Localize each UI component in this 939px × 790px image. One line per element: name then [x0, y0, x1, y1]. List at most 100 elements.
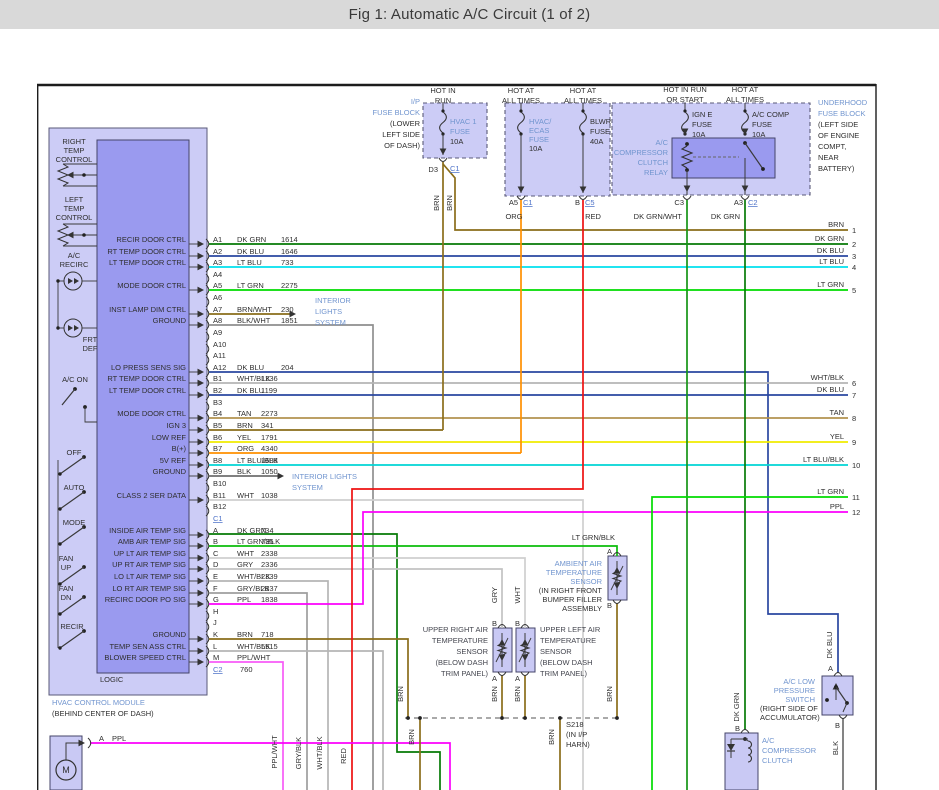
label: FAN [59, 554, 74, 563]
terminal-wire-label: TAN [830, 408, 844, 417]
label: GRY [490, 587, 499, 603]
terminal-number: 4 [852, 263, 856, 272]
label: WHT/BLK [315, 736, 324, 769]
label: BRN [547, 729, 556, 745]
terminal-wire-label: PPL [830, 502, 844, 511]
wire-color-label: PPL [237, 595, 251, 604]
terminal-number: 3 [852, 252, 856, 261]
pin-id: B11 [213, 491, 226, 500]
label: BRN [396, 686, 405, 702]
module-signal-label: GROUND [153, 316, 187, 325]
circuit-number: 2273 [261, 409, 278, 418]
module-signal-label: B(+) [172, 444, 187, 453]
label: DEF [83, 344, 98, 353]
label: C2 [748, 198, 758, 207]
label: IGN E [692, 110, 712, 119]
label: OF DASH) [384, 141, 420, 150]
pin-id: B [213, 537, 218, 546]
label: FUSE BLOCK [372, 108, 420, 117]
pin-connector [521, 672, 529, 676]
pin-id: C [213, 549, 219, 558]
label: 10A [692, 130, 705, 139]
label: UPPER LEFT AIR [540, 625, 601, 634]
label: (BEHIND CENTER OF DASH) [52, 709, 154, 718]
wire-color-label: TAN [237, 409, 251, 418]
label: DK BLU [825, 631, 834, 658]
circuit-number: 2275 [281, 281, 298, 290]
module-signal-label: LO PRESS SENS SIG [111, 363, 186, 372]
wire [209, 581, 328, 790]
label: FUSE [529, 135, 549, 144]
label: TEMP [64, 204, 85, 213]
label: MODE [63, 518, 86, 527]
terminal-number: 1 [852, 226, 856, 235]
label: HARN) [566, 740, 590, 749]
terminal-wire-label: DK BLU [817, 246, 844, 255]
pin-id: B1 [213, 374, 222, 383]
label: HVAC CONTROL MODULE [52, 698, 145, 707]
label: HOT IN RUN [663, 85, 707, 94]
label: ECAS [529, 126, 549, 135]
label: (IN I/P [566, 730, 587, 739]
label: LOGIC [100, 675, 124, 684]
circuit-number: 735 [261, 537, 274, 546]
terminal-wire-label: DK GRN [815, 234, 844, 243]
circuit-number: 1614 [281, 235, 298, 244]
wire-color-label: LT GRN/BLK [572, 533, 615, 542]
label: B [515, 619, 520, 628]
label: FUSE [752, 120, 772, 129]
module-signal-label: AMB AIR TEMP SIG [118, 537, 186, 546]
label: SENSOR [540, 647, 572, 656]
label: BRN [407, 729, 416, 745]
label: RELAY [644, 168, 668, 177]
label: HOT AT [732, 85, 759, 94]
module-signal-label: LT TEMP DOOR CTRL [109, 386, 186, 395]
pin-connector [498, 672, 506, 676]
circuit-number: 2339 [261, 572, 278, 581]
label: BATTERY) [818, 164, 855, 173]
module-signal-label: UP LT AIR TEMP SIG [114, 549, 186, 558]
module-signal-label: RECIRC DOOR PO SIG [105, 595, 186, 604]
wire [209, 662, 283, 790]
label: PRESSURE [774, 686, 815, 695]
connector-label: C1 [213, 514, 223, 523]
label: (RIGHT SIDE OF [760, 704, 818, 713]
label: SYSTEM [315, 318, 346, 327]
label: (IN RIGHT FRONT [539, 586, 603, 595]
label: PPL [112, 734, 126, 743]
terminal-wire-label: BRN [828, 220, 844, 229]
label: OR START [666, 95, 704, 104]
module-signal-label: MODE DOOR CTRL [117, 409, 186, 418]
terminal-wire-label: LT BLU [819, 257, 844, 266]
label: RUN [435, 96, 451, 105]
hvac-module-logic-box [97, 140, 189, 673]
wire-color-label: ORG [237, 444, 254, 453]
pin-id: K [213, 630, 218, 639]
label: C1 [450, 164, 460, 173]
schematic-canvas: A1DK GRN1614RECIR DOOR CTRLA2DK BLU1646R… [0, 0, 939, 790]
junction-dot [500, 716, 504, 720]
wiring-diagram-page: Fig 1: Automatic A/C Circuit (1 of 2) A1… [0, 0, 939, 790]
junction-dot [523, 716, 527, 720]
circuit-number: 2336 [261, 560, 278, 569]
module-signal-label: IGN 3 [166, 421, 186, 430]
label: B [835, 721, 840, 730]
label: ALL TIMES [726, 95, 764, 104]
label: CLUTCH [638, 158, 668, 167]
label: D3 [428, 165, 438, 174]
label: B [492, 619, 497, 628]
wire-color-label: LT BLU [237, 258, 262, 267]
module-signal-label: LT TEMP DOOR CTRL [109, 258, 186, 267]
module-signal-label: TEMP SEN ASS CTRL [109, 642, 186, 651]
junction-dot [558, 716, 562, 720]
circuit-number: 718 [261, 630, 274, 639]
label: B [607, 601, 612, 610]
label: ORG [505, 212, 522, 221]
label: RED [585, 212, 601, 221]
pin-id: A5 [213, 281, 222, 290]
label: FUSE BLOCK [818, 109, 866, 118]
label: SWITCH [785, 695, 815, 704]
circuit-number: 760 [240, 665, 253, 674]
label: CLUTCH [762, 756, 792, 765]
label: A/C COMP [752, 110, 789, 119]
